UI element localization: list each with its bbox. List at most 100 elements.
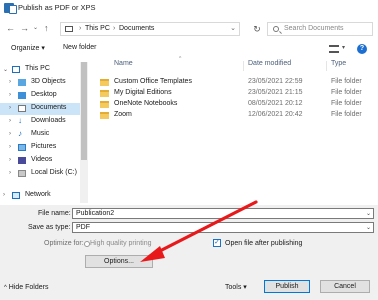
new-folder-button[interactable]: New folder [63, 44, 96, 51]
scrollbar-thumb[interactable] [81, 62, 87, 160]
expand-chevron-icon[interactable]: › [9, 170, 11, 176]
sidebar-item-label: Downloads [31, 117, 66, 124]
expand-chevron-icon[interactable]: › [3, 192, 5, 198]
expand-chevron-icon[interactable]: › [9, 79, 11, 85]
list-item[interactable]: OneNote Notebooks 08/05/2021 20:12 File … [93, 99, 378, 110]
sidebar-item-local-disk[interactable]: › Local Disk (C:) [0, 168, 80, 180]
breadcrumb-documents[interactable]: Documents [119, 25, 154, 32]
save-type-dropdown-icon[interactable]: ⌄ [366, 224, 371, 231]
search-input[interactable]: Search Documents [267, 22, 373, 36]
navigation-scrollbar[interactable] [80, 62, 88, 203]
command-toolbar: Organize ▾ New folder ▾ ? [0, 41, 378, 57]
view-options-icon[interactable] [329, 45, 339, 53]
optimize-option-label: High quality printing [90, 240, 152, 247]
sidebar-item-desktop[interactable]: › Desktop [0, 90, 80, 102]
file-name: OneNote Notebooks [114, 100, 178, 107]
save-type-value: PDF [76, 224, 90, 231]
address-dropdown-icon[interactable]: ⌄ [230, 24, 236, 32]
sidebar-item-pictures[interactable]: › Pictures [0, 142, 80, 154]
expand-chevron-icon[interactable]: ⌄ [3, 66, 8, 73]
breadcrumb-this-pc[interactable]: This PC [85, 25, 110, 32]
disk-icon [18, 170, 26, 177]
expand-chevron-icon[interactable]: › [9, 144, 11, 150]
organize-button[interactable]: Organize ▾ [11, 44, 45, 52]
back-arrow-icon[interactable]: ← [6, 22, 15, 34]
file-name-label: File name: [38, 210, 71, 217]
file-type: File folder [331, 111, 362, 118]
navigation-pane: ⌄ This PC › 3D Objects › Desktop › Docum… [0, 60, 88, 205]
expand-chevron-icon[interactable]: › [9, 118, 11, 124]
sidebar-item-label: This PC [25, 65, 50, 72]
up-arrow-icon[interactable]: ↑ [44, 22, 49, 34]
videos-icon [18, 157, 26, 164]
search-icon [273, 26, 279, 32]
folder-icon [100, 90, 109, 97]
publish-button[interactable]: Publish [264, 280, 310, 293]
file-type: File folder [331, 100, 362, 107]
address-row: ← → ⌄ ↑ › This PC › Documents ⌄ ↻ Search… [0, 18, 378, 40]
music-icon: ♪ [18, 129, 22, 138]
sidebar-item-network[interactable]: › Network [0, 190, 80, 202]
options-button[interactable]: Options... [85, 255, 153, 268]
file-name-field[interactable]: Publication2 ⌄ [72, 208, 374, 219]
file-name: My Digital Editions [114, 89, 172, 96]
forward-arrow-icon[interactable]: → [20, 22, 29, 34]
downloads-icon: ↓ [18, 116, 22, 125]
expand-chevron-icon[interactable]: › [9, 131, 11, 137]
recent-dropdown-icon[interactable]: ⌄ [33, 22, 38, 34]
pc-icon [12, 66, 20, 73]
file-date: 23/05/2021 21:15 [248, 89, 303, 96]
file-date: 08/05/2021 20:12 [248, 100, 303, 107]
column-header-name[interactable]: Name [114, 60, 133, 67]
hide-folders-label: Hide Folders [8, 284, 49, 291]
file-list: Name ^ Date modified Type Custom Office … [93, 56, 378, 205]
address-bar[interactable]: › This PC › Documents ⌄ [60, 22, 240, 36]
sidebar-item-documents[interactable]: › Documents [0, 103, 80, 115]
sidebar-item-label: Videos [31, 156, 53, 163]
file-name: Zoom [114, 111, 132, 118]
hide-folders-toggle[interactable]: ^ Hide Folders [4, 284, 48, 291]
3d-objects-icon [18, 79, 26, 86]
expand-chevron-icon[interactable]: › [9, 92, 11, 98]
column-divider[interactable] [243, 61, 244, 71]
column-header-date-modified[interactable]: Date modified [248, 60, 291, 67]
cancel-button[interactable]: Cancel [320, 280, 370, 293]
desktop-icon [18, 92, 26, 99]
sort-arrow-icon: ^ [179, 56, 182, 62]
list-item[interactable]: My Digital Editions 23/05/2021 21:15 Fil… [93, 88, 378, 99]
folder-icon [100, 112, 109, 119]
expand-chevron-icon[interactable]: › [9, 105, 11, 111]
sidebar-item-this-pc[interactable]: ⌄ This PC [0, 64, 80, 76]
list-item[interactable]: Zoom 12/06/2021 20:42 File folder [93, 110, 378, 121]
sidebar-item-videos[interactable]: › Videos [0, 155, 80, 167]
column-divider[interactable] [326, 61, 327, 71]
sidebar-item-downloads[interactable]: › ↓ Downloads [0, 116, 80, 128]
view-dropdown-icon[interactable]: ▾ [342, 44, 345, 51]
organize-label: Organize [11, 45, 40, 52]
open-after-label: Open file after publishing [225, 240, 303, 247]
publisher-app-icon [4, 3, 17, 14]
open-after-checkbox[interactable]: ✓ [213, 239, 221, 247]
refresh-icon[interactable]: ↻ [250, 23, 264, 35]
documents-icon [18, 105, 26, 112]
folder-icon [100, 79, 109, 86]
save-type-select[interactable]: PDF ⌄ [72, 222, 374, 233]
help-icon[interactable]: ? [357, 44, 367, 54]
sidebar-item-3d-objects[interactable]: › 3D Objects [0, 77, 80, 89]
list-item[interactable]: Custom Office Templates 23/05/2021 22:59… [93, 77, 378, 88]
expand-chevron-icon[interactable]: › [9, 157, 11, 163]
file-date: 12/06/2021 20:42 [248, 111, 303, 118]
column-header-type[interactable]: Type [331, 60, 346, 67]
folder-icon [100, 101, 109, 108]
file-name-dropdown-icon[interactable]: ⌄ [366, 210, 371, 217]
file-type: File folder [331, 78, 362, 85]
title-bar: Publish as PDF or XPS [0, 0, 378, 16]
window-title: Publish as PDF or XPS [18, 3, 96, 12]
caret-up-icon: ^ [4, 285, 7, 291]
sidebar-item-music[interactable]: › ♪ Music [0, 129, 80, 141]
file-date: 23/05/2021 22:59 [248, 78, 303, 85]
sidebar-item-label: 3D Objects [31, 78, 66, 85]
tools-button[interactable]: Tools ▾ [225, 283, 247, 291]
network-icon [12, 192, 20, 199]
optimize-label: Optimize for: [44, 240, 84, 247]
